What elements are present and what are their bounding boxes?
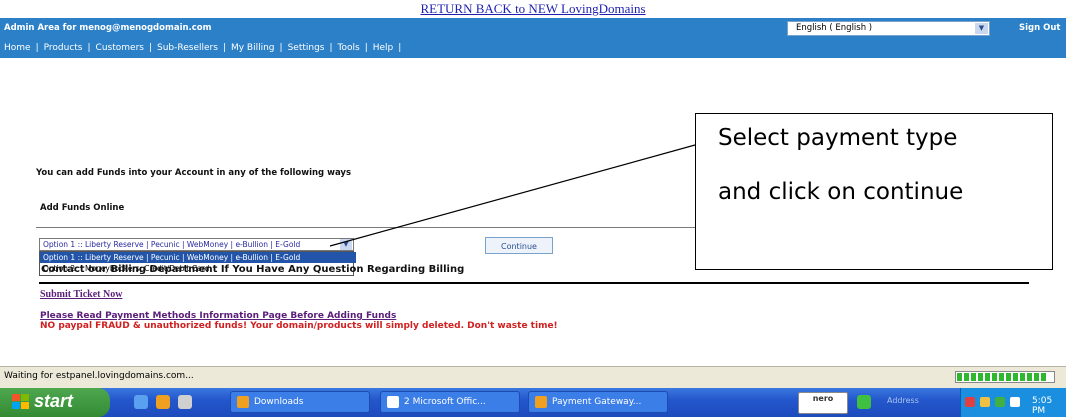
system-tray: 5:05 PM — [960, 388, 1066, 417]
submit-ticket-link[interactable]: Submit Ticket Now — [40, 289, 122, 300]
tray-icon[interactable] — [1010, 397, 1020, 407]
taskbar: start Downloads 2 Microsoft Offic... Pay… — [0, 388, 1066, 417]
nav-item-home[interactable]: Home — [4, 43, 31, 53]
billing-contact-text: Contact our Billing Department If You Ha… — [41, 264, 465, 275]
start-button[interactable]: start — [0, 388, 110, 417]
address-label: Address — [887, 396, 919, 405]
chevron-down-icon[interactable]: ▼ — [340, 239, 352, 250]
chevron-down-icon[interactable]: ▼ — [975, 23, 988, 34]
main-nav: Home | Products | Customers | Sub-Resellers | My… — [4, 43, 402, 53]
continue-button[interactable]: Continue — [485, 237, 553, 254]
payment-methods-info-link[interactable]: Please Read Payment Methods Information … — [40, 311, 396, 321]
task-label: 2 Microsoft Offic... — [404, 397, 486, 407]
quick-launch-icon[interactable] — [857, 395, 871, 409]
language-select[interactable]: English ( English ) ▼ — [787, 21, 990, 36]
admin-area-label: Admin Area for menog@menogdomain.com — [4, 23, 212, 33]
callout-line-2: and click on continue — [718, 179, 964, 205]
nav-item-sub-resellers[interactable]: Sub-Resellers — [157, 43, 218, 53]
nero-toolbar[interactable]: nero — [798, 392, 848, 414]
browser-status-bar: Waiting for estpanel.lovingdomains.com..… — [0, 366, 1066, 388]
admin-header: Admin Area for menog@menogdomain.com Eng… — [0, 18, 1066, 58]
sign-out-link[interactable]: Sign Out — [1019, 23, 1060, 33]
office-icon — [387, 395, 399, 408]
page-load-progress — [955, 371, 1055, 383]
fraud-warning: NO paypal FRAUD & unauthorized funds! Yo… — [40, 321, 558, 331]
task-downloads[interactable]: Downloads — [230, 391, 370, 413]
payment-type-select[interactable]: Option 1 :: Liberty Reserve | Pecunic | … — [39, 238, 354, 251]
nero-label: nero — [812, 394, 834, 403]
task-payment-gateway[interactable]: Payment Gateway... — [528, 391, 668, 413]
task-label: Downloads — [254, 397, 304, 407]
callout-line-1: Select payment type — [718, 125, 958, 151]
payment-type-value: Option 1 :: Liberty Reserve | Pecunic | … — [43, 240, 301, 249]
nav-item-settings[interactable]: Settings — [288, 43, 325, 53]
firefox-icon[interactable] — [156, 395, 170, 409]
nav-item-my-billing[interactable]: My Billing — [231, 43, 275, 53]
start-label: start — [34, 391, 74, 411]
firefox-icon — [535, 395, 547, 408]
folder-icon — [237, 395, 249, 408]
nav-item-products[interactable]: Products — [44, 43, 83, 53]
task-label: Payment Gateway... — [552, 397, 642, 407]
language-value: English ( English ) — [796, 23, 873, 33]
return-back-link[interactable]: RETURN BACK to NEW LovingDomains — [0, 0, 1066, 17]
windows-flag-icon — [12, 394, 29, 409]
tray-icon[interactable] — [995, 397, 1005, 407]
payment-option-1[interactable]: Option 1 :: Liberty Reserve | Pecunic | … — [40, 252, 356, 263]
add-funds-intro: You can add Funds into your Account in a… — [36, 168, 352, 178]
tray-icon[interactable] — [965, 397, 975, 407]
tray-icon[interactable] — [980, 397, 990, 407]
clock: 5:05 PM — [1032, 396, 1053, 416]
task-microsoft-office[interactable]: 2 Microsoft Offic... — [380, 391, 520, 413]
nav-item-help[interactable]: Help — [373, 43, 394, 53]
instruction-callout: Select payment type and click on continu… — [695, 113, 1053, 270]
nav-item-tools[interactable]: Tools — [338, 43, 360, 53]
divider — [39, 282, 1029, 284]
status-text: Waiting for estpanel.lovingdomains.com..… — [4, 371, 194, 381]
progress-fill — [957, 373, 1049, 381]
ie-icon[interactable] — [134, 395, 148, 409]
desktop-icon[interactable] — [178, 395, 192, 409]
nav-item-customers[interactable]: Customers — [96, 43, 144, 53]
add-funds-title: Add Funds Online — [40, 203, 125, 213]
